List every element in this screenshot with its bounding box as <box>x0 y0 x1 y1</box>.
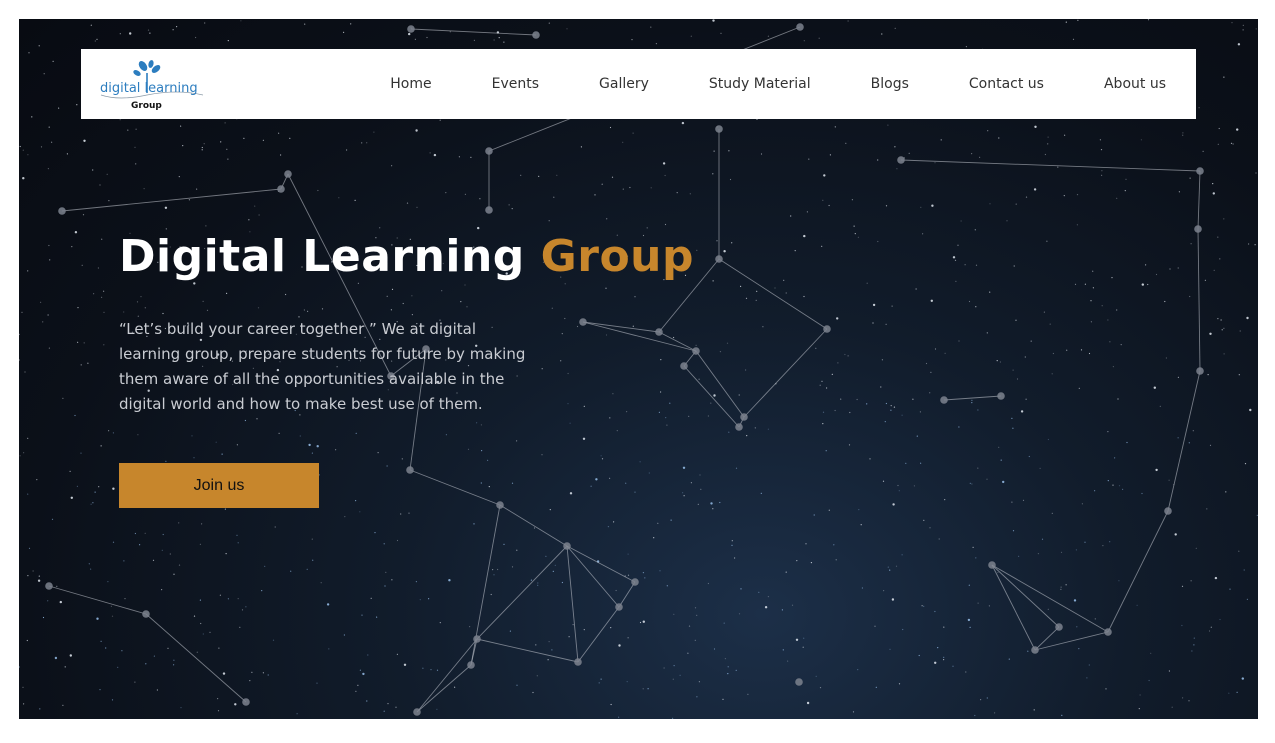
logo-text-line2: Group <box>131 101 162 111</box>
main-nav: Home Events Gallery Study Material Blogs… <box>360 49 1196 119</box>
nav-about-us[interactable]: About us <box>1074 49 1196 119</box>
sprout-icon: digital learning Group <box>100 60 204 111</box>
nav-blogs[interactable]: Blogs <box>841 49 939 119</box>
hero-section: digital learning Group Home Events Galle… <box>19 19 1258 719</box>
hero-title: Digital Learning Group <box>119 231 694 282</box>
logo-text-line1: digital learning <box>100 81 198 96</box>
nav-home[interactable]: Home <box>360 49 461 119</box>
nav-contact-us[interactable]: Contact us <box>939 49 1074 119</box>
nav-gallery[interactable]: Gallery <box>569 49 679 119</box>
hero-description: “Let’s build your career together ” We a… <box>119 320 526 413</box>
nav-events[interactable]: Events <box>462 49 569 119</box>
join-us-button[interactable]: Join us <box>119 463 319 508</box>
site-logo[interactable]: digital learning Group <box>99 59 207 111</box>
hero-title-accent: Group <box>540 231 694 282</box>
nav-study-material[interactable]: Study Material <box>679 49 841 119</box>
navbar: digital learning Group Home Events Galle… <box>81 49 1196 119</box>
hero-title-main: Digital Learning <box>119 231 541 282</box>
